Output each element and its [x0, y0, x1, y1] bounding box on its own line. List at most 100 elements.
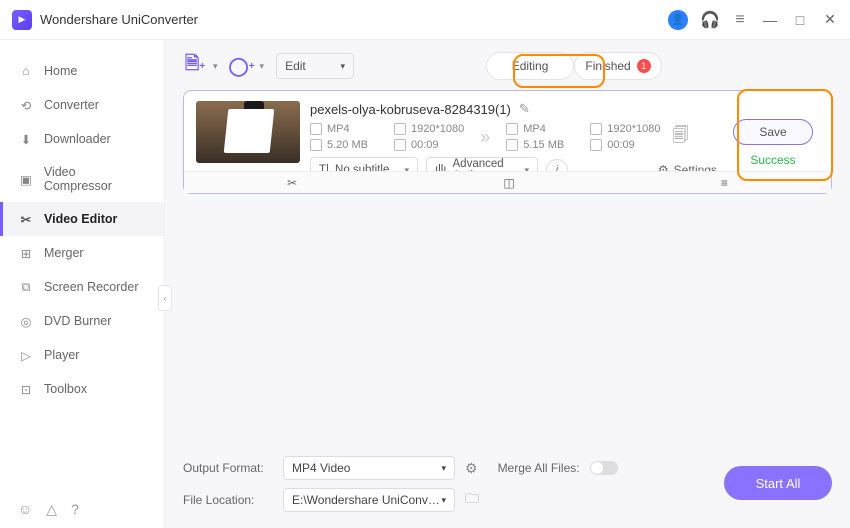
output-settings-icon[interactable]: ⚙ — [465, 460, 478, 477]
tab-editing[interactable]: Editing — [486, 52, 574, 80]
file-location-dropdown[interactable]: E:\Wondershare UniConverter▾ — [283, 488, 455, 512]
notification-icon[interactable]: △ — [46, 501, 57, 518]
target-format: MP4 — [523, 123, 546, 135]
tab-label: Finished — [585, 59, 630, 73]
app-logo-icon — [12, 10, 32, 30]
file-name: pexels-olya-kobruseva-8284319(1) — [310, 102, 511, 117]
content-area: 🗎+ ▾ ◯+ ▾ Edit ▾ Editing Finished1 ✂ ◫ ≡ pe… — [165, 40, 850, 528]
app-title: Wondershare UniConverter — [40, 12, 198, 27]
feedback-icon[interactable]: ☺ — [18, 501, 32, 518]
duration-icon — [590, 139, 602, 151]
target-size: 5.15 MB — [523, 139, 564, 151]
add-url-icon[interactable]: ◯+ — [230, 54, 254, 78]
video-thumbnail[interactable] — [196, 101, 300, 163]
recorder-icon: ⧉ — [18, 279, 34, 295]
support-icon[interactable]: 🎧 — [702, 12, 718, 28]
size-icon — [506, 139, 518, 151]
sidebar-item-label: Converter — [44, 98, 99, 112]
sidebar-item-label: Video Compressor — [44, 165, 146, 193]
file-location-value: E:\Wondershare UniConverter — [292, 493, 441, 507]
sidebar-item-label: Video Editor — [44, 212, 117, 226]
crop-icon[interactable]: ◫ — [503, 176, 514, 190]
menu-icon[interactable]: ≡ — [732, 12, 748, 28]
download-icon: ⬇ — [18, 131, 34, 147]
save-label: Save — [759, 125, 786, 139]
rename-icon[interactable]: ✎ — [519, 101, 530, 117]
merge-toggle[interactable] — [590, 461, 618, 475]
chevron-down-icon[interactable]: ▾ — [213, 61, 218, 72]
merger-icon: ⊞ — [18, 245, 34, 261]
sidebar-item-label: Player — [44, 348, 79, 362]
status-bar: ☺ △ ? — [18, 501, 79, 518]
sidebar-item-label: Home — [44, 64, 77, 78]
file-card: ✂ ◫ ≡ pexels-olya-kobruseva-8284319(1) ✎… — [183, 90, 832, 194]
chevron-down-icon[interactable]: ▾ — [260, 61, 265, 72]
preset-icon[interactable]: 🗐 — [672, 124, 688, 151]
user-avatar-icon[interactable]: 👤 — [668, 10, 688, 30]
home-icon: ⌂ — [18, 63, 34, 79]
open-folder-icon[interactable]: 🗀 — [465, 488, 479, 512]
edit-label: Edit — [285, 59, 306, 73]
compress-icon: ▣ — [18, 171, 34, 187]
chevron-down-icon: ▾ — [441, 495, 446, 506]
player-icon: ▷ — [18, 347, 34, 363]
resolution-icon — [394, 123, 406, 135]
sidebar-item-downloader[interactable]: ⬇ Downloader — [0, 122, 164, 156]
duration-icon — [394, 139, 406, 151]
help-icon[interactable]: ? — [71, 501, 79, 518]
file-location-label: File Location: — [183, 493, 273, 507]
sidebar-item-label: DVD Burner — [44, 314, 111, 328]
output-format-label: Output Format: — [183, 461, 273, 475]
source-meta: MP4 1920*1080 5.20 MB 00:09 — [310, 123, 464, 151]
sidebar-item-compressor[interactable]: ▣ Video Compressor — [0, 156, 164, 202]
tab-label: Editing — [512, 59, 549, 73]
minimize-button[interactable]: — — [762, 12, 778, 28]
target-duration: 00:09 — [607, 139, 635, 151]
output-format-dropdown[interactable]: MP4 Video ▾ — [283, 456, 455, 480]
editor-icon: ✂ — [18, 211, 34, 227]
dvd-icon: ◎ — [18, 313, 34, 329]
save-button[interactable]: Save — [733, 119, 813, 145]
source-resolution: 1920*1080 — [411, 123, 464, 135]
source-size: 5.20 MB — [327, 139, 368, 151]
close-button[interactable]: ✕ — [822, 11, 838, 28]
sidebar-item-label: Toolbox — [44, 382, 87, 396]
target-meta: MP4 1920*1080 5.15 MB 00:09 — [506, 123, 660, 151]
more-icon[interactable]: ≡ — [721, 176, 728, 190]
status-text: Success — [750, 153, 795, 167]
sidebar-item-dvd[interactable]: ◎ DVD Burner — [0, 304, 164, 338]
titlebar: Wondershare UniConverter 👤 🎧 ≡ — □ ✕ — [0, 0, 850, 40]
format-icon — [310, 123, 322, 135]
content-toolbar: 🗎+ ▾ ◯+ ▾ Edit ▾ Editing Finished1 — [183, 52, 832, 90]
converter-icon: ⟲ — [18, 97, 34, 113]
sidebar-item-player[interactable]: ▷ Player — [0, 338, 164, 372]
sidebar-item-merger[interactable]: ⊞Merger — [0, 236, 164, 270]
size-icon — [310, 139, 322, 151]
format-icon — [506, 123, 518, 135]
toolbox-icon: ⊡ — [18, 381, 34, 397]
output-format-value: MP4 Video — [292, 461, 350, 475]
source-format: MP4 — [327, 123, 350, 135]
start-all-button[interactable]: Start All — [724, 466, 832, 500]
trim-icon[interactable]: ✂ — [287, 176, 297, 190]
sidebar-item-editor[interactable]: ✂ Video Editor — [0, 202, 164, 236]
edit-dropdown[interactable]: Edit ▾ — [276, 53, 354, 79]
merge-label: Merge All Files: — [498, 461, 580, 475]
add-file-icon[interactable]: 🗎+ — [183, 54, 207, 78]
sidebar-item-converter[interactable]: ⟲ Converter — [0, 88, 164, 122]
sidebar: ⌂ Home ⟲ Converter ⬇ Downloader ▣ Video Comp… — [0, 40, 165, 528]
sidebar-item-label: Downloader — [44, 132, 111, 146]
sidebar-item-recorder[interactable]: ⧉ Screen Recorder — [0, 270, 164, 304]
tab-finished[interactable]: Finished1 — [574, 52, 662, 80]
sidebar-item-home[interactable]: ⌂ Home — [0, 54, 164, 88]
chevron-down-icon: ▾ — [341, 61, 346, 72]
chevron-down-icon: ▾ — [441, 463, 446, 474]
resolution-icon — [590, 123, 602, 135]
sidebar-item-label: Screen Recorder — [44, 280, 139, 294]
start-all-label: Start All — [756, 476, 801, 491]
sidebar-item-toolbox[interactable]: ⊡ Toolbox — [0, 372, 164, 406]
source-duration: 00:09 — [411, 139, 439, 151]
maximize-button[interactable]: □ — [792, 12, 808, 28]
target-resolution: 1920*1080 — [607, 123, 660, 135]
arrow-right-icon: » — [470, 127, 500, 148]
